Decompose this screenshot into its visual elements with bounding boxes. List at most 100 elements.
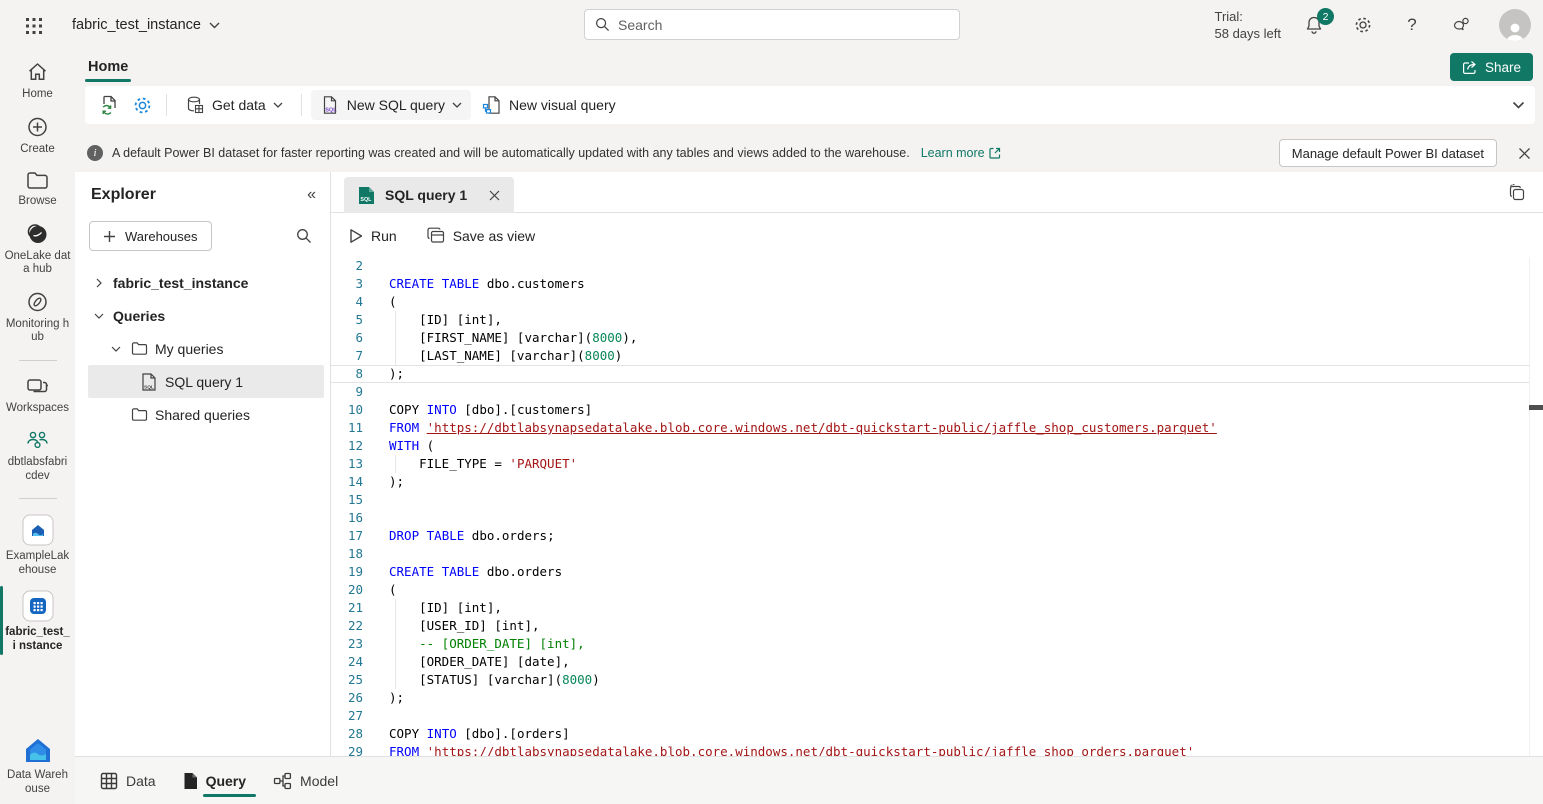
code-line[interactable]: 18 bbox=[331, 545, 1543, 563]
share-button[interactable]: Share bbox=[1450, 53, 1533, 81]
new-sql-query-button[interactable]: SQL New SQL query bbox=[311, 90, 471, 120]
code-line[interactable]: 7 [LAST_NAME] [varchar](8000) bbox=[331, 347, 1543, 365]
code-line[interactable]: 25 [STATUS] [varchar](8000) bbox=[331, 671, 1543, 689]
code-text bbox=[363, 383, 389, 401]
rail-item-dbtlabsfabricdev[interactable]: dbtlabsfabri cdev bbox=[2, 428, 74, 483]
explorer-title: Explorer bbox=[91, 186, 307, 204]
view-tab-query[interactable]: Query bbox=[183, 757, 246, 804]
add-warehouses-button[interactable]: Warehouses bbox=[89, 221, 212, 251]
code-line[interactable]: 4( bbox=[331, 293, 1543, 311]
rail-item-monitoring-hub[interactable]: Monitoring hub bbox=[2, 290, 74, 345]
notifications-button[interactable]: 2 bbox=[1303, 14, 1325, 36]
code-line[interactable]: 6 [FIRST_NAME] [varchar](8000), bbox=[331, 329, 1543, 347]
chevron-right-icon[interactable] bbox=[91, 278, 107, 288]
explorer-search-button[interactable] bbox=[296, 228, 312, 244]
account-avatar[interactable] bbox=[1499, 9, 1531, 41]
rail-item-data-warehouse[interactable]: Data Warehouse bbox=[2, 737, 74, 796]
banner-close-button[interactable] bbox=[1515, 144, 1533, 162]
manage-default-dataset-button[interactable]: Manage default Power BI dataset bbox=[1279, 139, 1497, 167]
close-tab-button[interactable] bbox=[489, 190, 500, 201]
code-text: [USER_ID] [int], bbox=[363, 617, 540, 635]
code-area[interactable]: 23CREATE TABLE dbo.customers4(5 [ID] [in… bbox=[331, 257, 1543, 756]
view-tab-model[interactable]: Model bbox=[273, 757, 338, 804]
rail-item-home[interactable]: Home bbox=[2, 60, 74, 102]
info-icon: i bbox=[87, 145, 103, 161]
code-line[interactable]: 17DROP TABLE dbo.orders; bbox=[331, 527, 1543, 545]
code-line[interactable]: 2 bbox=[331, 257, 1543, 275]
code-line[interactable]: 8); bbox=[331, 365, 1529, 383]
tree-item-my-queries[interactable]: My queries bbox=[75, 332, 330, 365]
view-tab-data[interactable]: Data bbox=[100, 757, 156, 804]
editor-scrollbar[interactable] bbox=[1529, 257, 1543, 756]
line-number: 12 bbox=[331, 437, 363, 455]
line-number: 28 bbox=[331, 725, 363, 743]
workspace-switcher[interactable]: fabric_test_instance bbox=[72, 0, 220, 50]
collapse-panel-icon[interactable]: « bbox=[307, 186, 316, 204]
person-icon bbox=[1504, 21, 1526, 41]
code-line[interactable]: 5 [ID] [int], bbox=[331, 311, 1543, 329]
chevron-down-icon[interactable] bbox=[91, 313, 107, 319]
rail-item-fabric-test-instance[interactable]: fabric_test_i nstance bbox=[2, 590, 74, 653]
learn-more-link[interactable]: Learn more bbox=[921, 146, 1001, 160]
code-text: COPY INTO [dbo].[orders] bbox=[363, 725, 570, 743]
settings-button[interactable] bbox=[1352, 14, 1374, 36]
rail-item-label: ExampleLak ehouse bbox=[5, 550, 71, 577]
code-line[interactable]: 9 bbox=[331, 383, 1543, 401]
code-line[interactable]: 16 bbox=[331, 509, 1543, 527]
line-number: 4 bbox=[331, 293, 363, 311]
rail-item-browse[interactable]: Browse bbox=[2, 169, 74, 209]
copy-icon bbox=[1508, 184, 1526, 202]
code-text: ); bbox=[363, 473, 404, 491]
rail-item-label: dbtlabsfabri cdev bbox=[5, 456, 71, 483]
code-line[interactable]: 3CREATE TABLE dbo.customers bbox=[331, 275, 1543, 293]
rail-item-create[interactable]: Create bbox=[2, 115, 74, 157]
tab-home[interactable]: Home bbox=[85, 50, 131, 84]
copy-button[interactable] bbox=[1505, 181, 1529, 205]
rail-item-workspaces[interactable]: Workspaces bbox=[2, 376, 74, 416]
code-line[interactable]: 23 -- [ORDER_DATE] [int], bbox=[331, 635, 1543, 653]
code-line[interactable]: 27 bbox=[331, 707, 1543, 725]
get-data-button[interactable]: Get data bbox=[176, 90, 292, 120]
rail-item-onelake-data-hub[interactable]: OneLake data hub bbox=[2, 222, 74, 277]
global-search[interactable] bbox=[584, 9, 960, 40]
chevron-down-icon[interactable] bbox=[108, 346, 124, 352]
code-text: CREATE TABLE dbo.orders bbox=[363, 563, 562, 581]
scrollbar-marker[interactable] bbox=[1529, 405, 1543, 410]
code-line[interactable]: 19CREATE TABLE dbo.orders bbox=[331, 563, 1543, 581]
code-line[interactable]: 15 bbox=[331, 491, 1543, 509]
new-visual-query-button[interactable]: New visual query bbox=[473, 90, 625, 120]
run-button[interactable]: Run bbox=[349, 228, 397, 244]
code-text: FROM 'https://dbtlabsynapsedatalake.blob… bbox=[363, 419, 1217, 437]
settings-ribbon-button[interactable] bbox=[127, 90, 157, 120]
collapse-ribbon-button[interactable] bbox=[1512, 86, 1525, 124]
tree-item-sql-query-1[interactable]: SQLSQL query 1 bbox=[88, 365, 324, 398]
refresh-report-button[interactable] bbox=[95, 90, 125, 120]
code-text: [ID] [int], bbox=[363, 311, 502, 329]
help-button[interactable]: ? bbox=[1401, 14, 1423, 36]
indent-guide bbox=[395, 329, 396, 347]
code-line[interactable]: 13 FILE_TYPE = 'PARQUET' bbox=[331, 455, 1543, 473]
tab-sql-query-1[interactable]: SQL SQL query 1 bbox=[344, 177, 514, 213]
tree-item-queries[interactable]: Queries bbox=[75, 299, 330, 332]
code-line[interactable]: 26); bbox=[331, 689, 1543, 707]
feedback-button[interactable] bbox=[1450, 14, 1472, 36]
save-as-view-button[interactable]: Save as view bbox=[427, 227, 535, 244]
code-line[interactable]: 24 [ORDER_DATE] [date], bbox=[331, 653, 1543, 671]
code-line[interactable]: 29FROM 'https://dbtlabsynapsedatalake.bl… bbox=[331, 743, 1543, 756]
tree-item-shared-queries[interactable]: Shared queries bbox=[75, 398, 330, 431]
code-line[interactable]: 22 [USER_ID] [int], bbox=[331, 617, 1543, 635]
code-line[interactable]: 14); bbox=[331, 473, 1543, 491]
code-line[interactable]: 10COPY INTO [dbo].[customers] bbox=[331, 401, 1543, 419]
tree-item-fabric-test-instance[interactable]: fabric_test_instance bbox=[75, 266, 330, 299]
code-line[interactable]: 21 [ID] [int], bbox=[331, 599, 1543, 617]
search-input[interactable] bbox=[618, 17, 949, 33]
code-line[interactable]: 12WITH ( bbox=[331, 437, 1543, 455]
code-text bbox=[363, 509, 389, 527]
code-line[interactable]: 20( bbox=[331, 581, 1543, 599]
app-launcher-icon[interactable] bbox=[24, 16, 44, 36]
rail-item-examplelakehouse[interactable]: ExampleLak ehouse bbox=[2, 514, 74, 577]
line-number: 23 bbox=[331, 635, 363, 653]
tree-item-label: SQL query 1 bbox=[165, 374, 243, 390]
code-line[interactable]: 28COPY INTO [dbo].[orders] bbox=[331, 725, 1543, 743]
code-line[interactable]: 11FROM 'https://dbtlabsynapsedatalake.bl… bbox=[331, 419, 1543, 437]
